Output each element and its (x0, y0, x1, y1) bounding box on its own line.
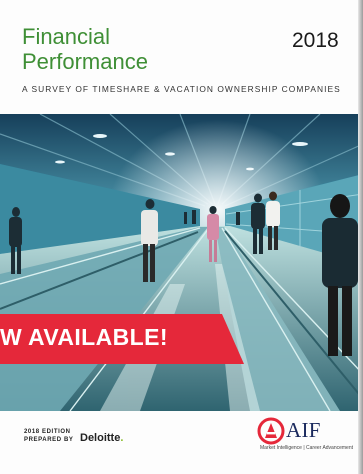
aif-emblem-icon (257, 417, 285, 445)
banner-text: W AVAILABLE! (0, 324, 168, 350)
aif-tagline: Market Intelligence | Career Advancement (260, 445, 354, 451)
edition-label: 2018 EDITION PREPARED BY (24, 428, 74, 444)
aif-logo-text: AIF (286, 418, 321, 442)
deloitte-name: Deloitte (80, 432, 121, 444)
cover-year: 2018 (292, 29, 339, 52)
page-edge-shadow (358, 0, 363, 474)
cover-photo-airport-walkway (0, 114, 363, 411)
edition-line1: 2018 EDITION (24, 429, 71, 435)
deloitte-logo: Deloitte. (80, 432, 123, 444)
cover-title-line2: Performance (22, 49, 148, 74)
report-cover: Financial Performance 2018 A SURVEY OF T… (0, 0, 363, 474)
cover-subtitle: A SURVEY OF TIMESHARE & VACATION OWNERSH… (22, 84, 341, 94)
edition-line2: PREPARED BY (24, 437, 74, 443)
walkway-illustration (0, 114, 363, 411)
deloitte-dot: . (120, 432, 124, 444)
cover-title: Financial Performance (22, 24, 148, 74)
cover-title-line1: Financial (22, 24, 111, 49)
